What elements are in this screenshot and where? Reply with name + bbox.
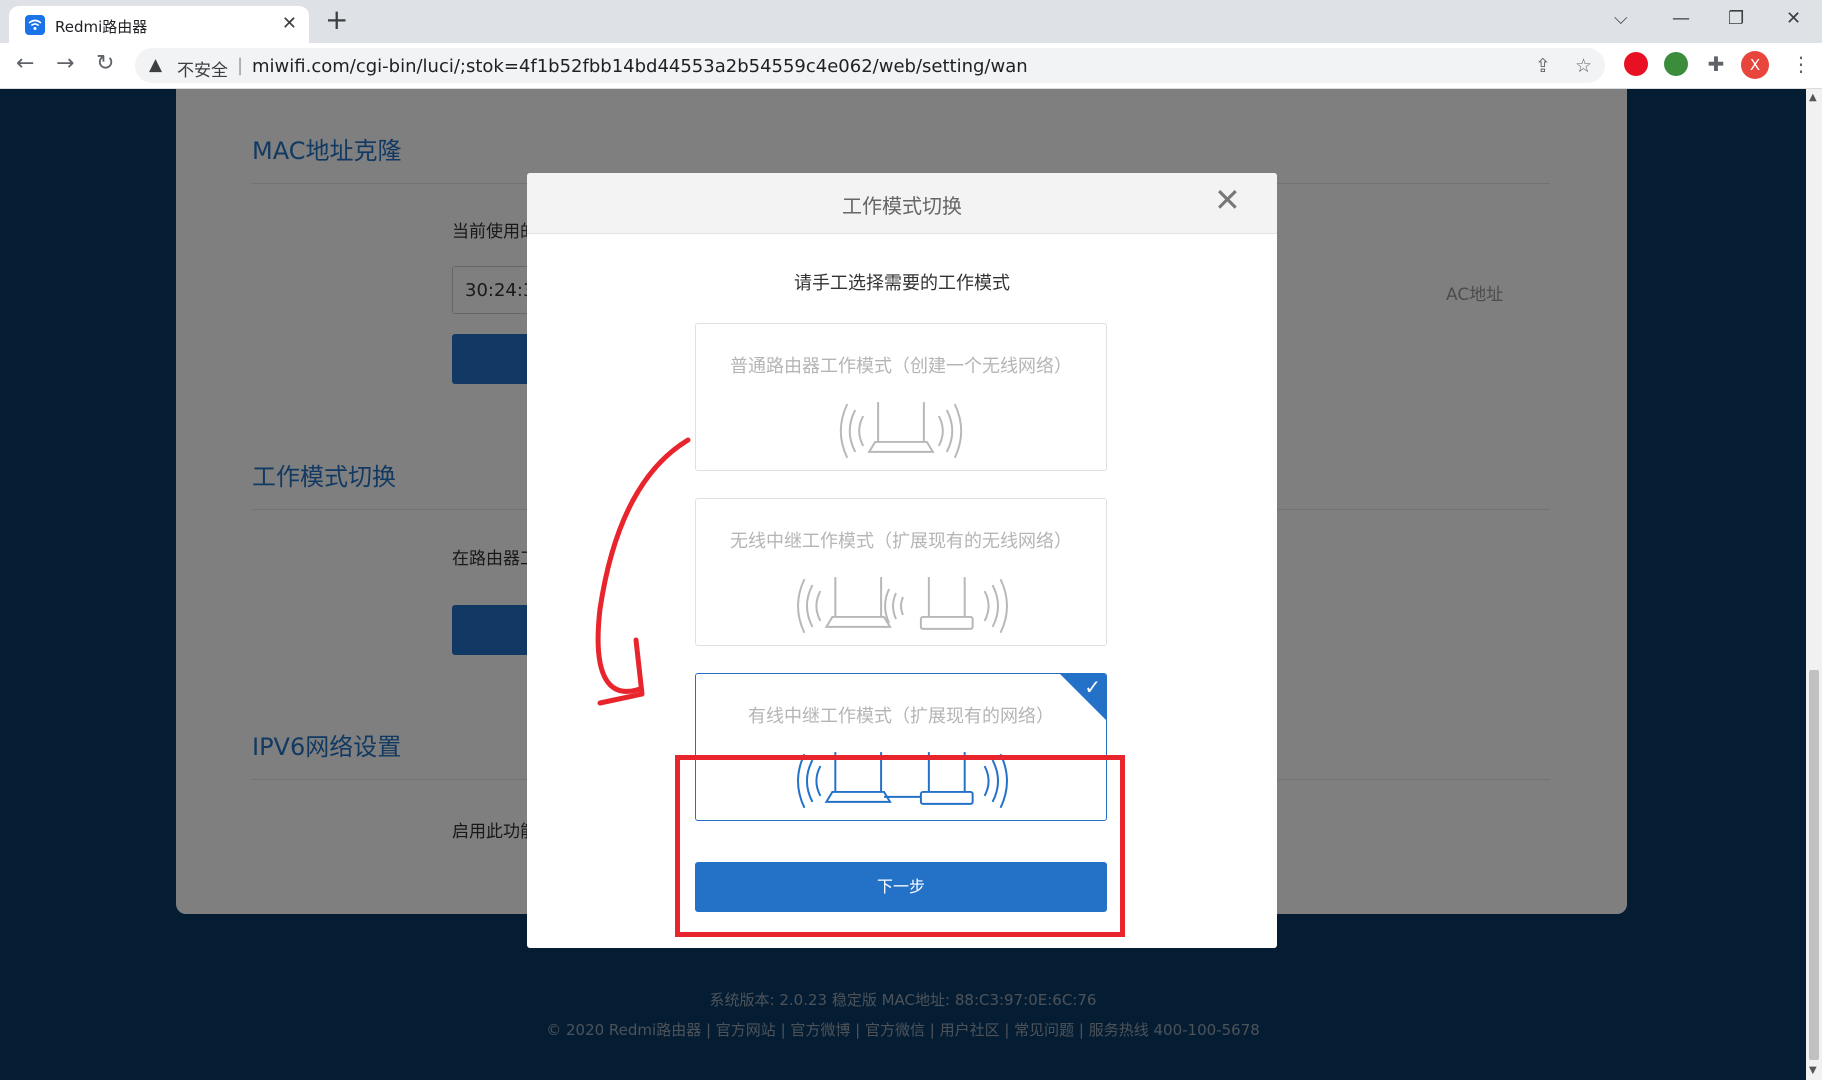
tab-close-icon[interactable]: ✕	[282, 13, 297, 34]
share-icon[interactable]: ⇪	[1535, 55, 1551, 77]
new-tab-button[interactable]: +	[325, 5, 348, 35]
back-arrow-icon[interactable]: ←	[16, 52, 34, 76]
warning-icon[interactable]: ▲	[149, 55, 162, 75]
close-window-button[interactable]: ✕	[1786, 8, 1801, 29]
tab-search-chevron-icon[interactable]: ⌵	[1614, 8, 1628, 29]
extensions-puzzle-icon[interactable]: ✚	[1704, 52, 1728, 76]
profile-avatar[interactable]: X	[1741, 51, 1769, 79]
address-bar[interactable]: ▲ 不安全 | miwifi.com/cgi-bin/luci/;stok=4f…	[135, 48, 1605, 83]
minimize-button[interactable]: —	[1672, 8, 1690, 29]
wifi-icon	[25, 15, 45, 35]
scroll-up-icon[interactable]: ▲	[1809, 92, 1817, 103]
tab-bar: Redmi路由器 ✕ + ⌵ — ❐ ✕	[0, 0, 1822, 43]
reload-icon[interactable]: ↻	[96, 52, 114, 76]
menu-kebab-icon[interactable]: ⋮	[1791, 52, 1811, 76]
page-viewport: MAC地址克隆 当前使用的 30:24:3 AC地址 工作模式切换 在路由器工 …	[0, 89, 1806, 1080]
browser-tab[interactable]: Redmi路由器 ✕	[9, 6, 309, 43]
security-label[interactable]: 不安全	[177, 56, 228, 81]
browser-toolbar: ← → ↻ ▲ 不安全 | miwifi.com/cgi-bin/luci/;s…	[0, 43, 1822, 89]
restore-button[interactable]: ❐	[1728, 8, 1744, 29]
forward-arrow-icon[interactable]: →	[56, 52, 74, 76]
bookmark-star-icon[interactable]: ☆	[1575, 55, 1592, 77]
url-text[interactable]: miwifi.com/cgi-bin/luci/;stok=4f1b52fbb1…	[252, 56, 1028, 77]
tab-title: Redmi路由器	[55, 18, 148, 36]
scroll-down-icon[interactable]: ▼	[1809, 1065, 1817, 1076]
divider: |	[237, 55, 244, 76]
globe-extension-icon[interactable]	[1664, 52, 1688, 76]
adblock-extension-icon[interactable]	[1624, 52, 1648, 76]
scrollbar-thumb[interactable]	[1809, 670, 1819, 1060]
annotation-arrow-icon	[595, 437, 691, 706]
